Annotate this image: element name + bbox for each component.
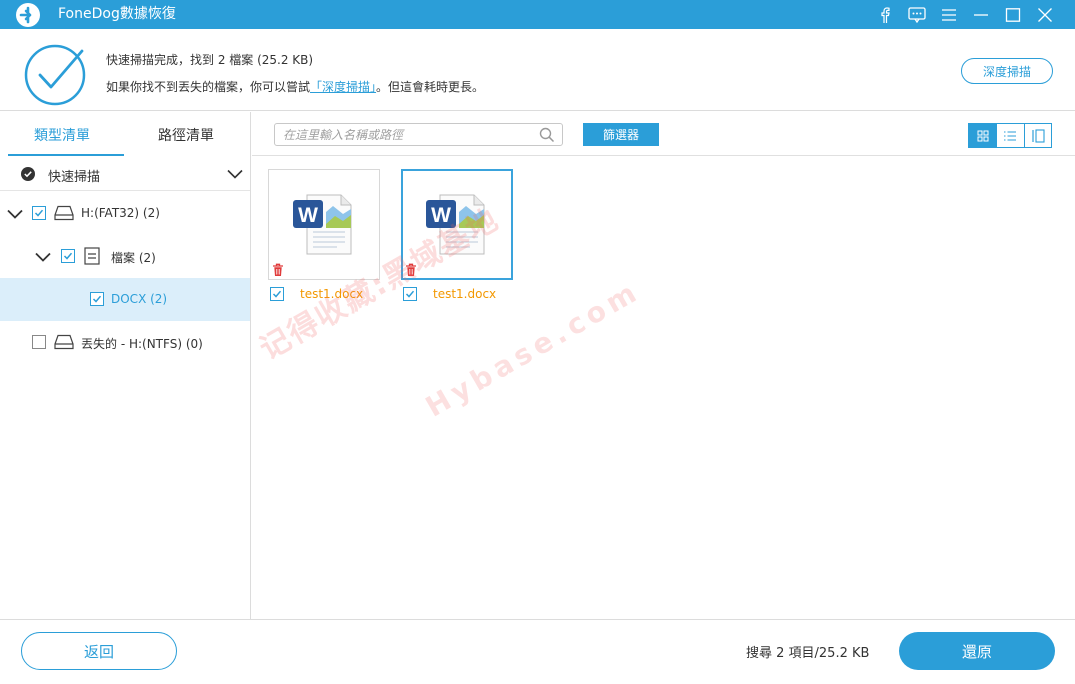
file-name: test1.docx (433, 287, 497, 301)
checkmark-icon (63, 252, 73, 260)
scan-result-text: 快速掃描完成，找到 2 檔案 (25.2 KB) (106, 53, 314, 67)
chevron-down-icon[interactable] (35, 252, 51, 262)
menu-icon[interactable] (933, 0, 965, 29)
search-icon[interactable] (539, 127, 555, 143)
file-toolbar: 篩選器 (252, 112, 1075, 156)
document-icon (84, 247, 100, 265)
file-checkbox[interactable] (270, 287, 284, 301)
checkmark-icon (92, 295, 102, 303)
facebook-icon[interactable] (869, 0, 901, 29)
view-switcher (968, 123, 1052, 148)
scan-status-panel: 快速掃描完成，找到 2 檔案 (25.2 KB) 如果你找不到丟失的檔案，你可以… (0, 29, 1075, 111)
drive-icon (54, 334, 74, 350)
tree-item-label: 檔案 (2) (111, 251, 156, 265)
left-panel: 類型清單 路徑清單 快速掃描 H:(FAT32) (2) 檔案 (2) DOCX… (0, 112, 251, 619)
view-tabs: 類型清單 路徑清單 (0, 112, 250, 157)
close-icon[interactable] (1029, 0, 1061, 29)
search-box[interactable] (274, 123, 563, 146)
deep-scan-link[interactable]: 「深度掃描」 (310, 80, 376, 94)
svg-text:W: W (298, 204, 318, 227)
selection-summary: 搜尋 2 項目/25.2 KB (746, 646, 870, 661)
tree-item-label: H:(FAT32) (2) (81, 206, 160, 220)
back-button[interactable]: 返回 (21, 632, 177, 670)
scan-hint-text: 如果你找不到丟失的檔案，你可以嘗試「深度掃描」。但這會耗時更長。 (106, 78, 484, 95)
check-circle-icon (21, 167, 35, 181)
delete-icon[interactable] (272, 263, 284, 277)
docx-checkbox[interactable] (90, 292, 104, 306)
folder-files-checkbox[interactable] (61, 249, 75, 263)
list-view-button[interactable] (996, 124, 1024, 147)
detail-view-icon (1032, 128, 1045, 143)
tab-type-list[interactable]: 類型清單 (0, 112, 124, 157)
chevron-down-icon[interactable] (227, 169, 243, 179)
scan-complete-check-icon (24, 44, 86, 106)
word-document-icon: W (293, 194, 352, 255)
tree-item-docx[interactable]: DOCX (2) (0, 278, 250, 321)
maximize-icon[interactable] (997, 0, 1029, 29)
drive-icon (54, 205, 74, 221)
active-tab-underline (8, 154, 124, 156)
tree-item-label: DOCX (2) (111, 292, 168, 306)
search-input[interactable] (283, 126, 533, 143)
checkmark-icon (34, 209, 44, 217)
footer-bar: 返回 搜尋 2 項目/25.2 KB 還原 (0, 619, 1075, 684)
quick-scan-label: 快速掃描 (48, 170, 101, 185)
drive-fat32-checkbox[interactable] (32, 206, 46, 220)
lost-ntfs-checkbox[interactable] (32, 335, 46, 349)
checkmark-icon (272, 290, 282, 298)
grid-view-icon (977, 130, 989, 141)
scan-hint-prefix: 如果你找不到丟失的檔案，你可以嘗試 (106, 80, 311, 94)
tree-item-folder-files[interactable]: 檔案 (2) (0, 235, 250, 278)
fonedog-logo-icon (16, 3, 40, 27)
tab-path-list[interactable]: 路徑清單 (124, 112, 248, 157)
filter-button[interactable]: 篩選器 (583, 123, 659, 146)
tree-item-lost-ntfs[interactable]: 丟失的 - H:(NTFS) (0) (0, 321, 250, 364)
grid-view-button[interactable] (969, 124, 997, 147)
checkmark-icon (405, 290, 415, 298)
quick-scan-row[interactable]: 快速掃描 (0, 157, 250, 191)
deep-scan-button[interactable]: 深度掃描 (961, 58, 1053, 84)
title-bar: FoneDog數據恢復 (0, 0, 1075, 29)
restore-button[interactable]: 還原 (899, 632, 1055, 670)
chevron-down-icon[interactable] (7, 209, 23, 219)
tree-item-label: 丟失的 - H:(NTFS) (0) (81, 337, 203, 351)
feedback-icon[interactable] (901, 0, 933, 29)
app-title: FoneDog數據恢復 (58, 6, 176, 22)
list-view-icon (1004, 130, 1017, 141)
detail-view-button[interactable] (1023, 124, 1051, 147)
scan-hint-suffix: 。但這會耗時更長。 (376, 80, 485, 94)
minimize-icon[interactable] (965, 0, 997, 29)
tree-item-drive-fat32[interactable]: H:(FAT32) (2) (0, 192, 250, 235)
